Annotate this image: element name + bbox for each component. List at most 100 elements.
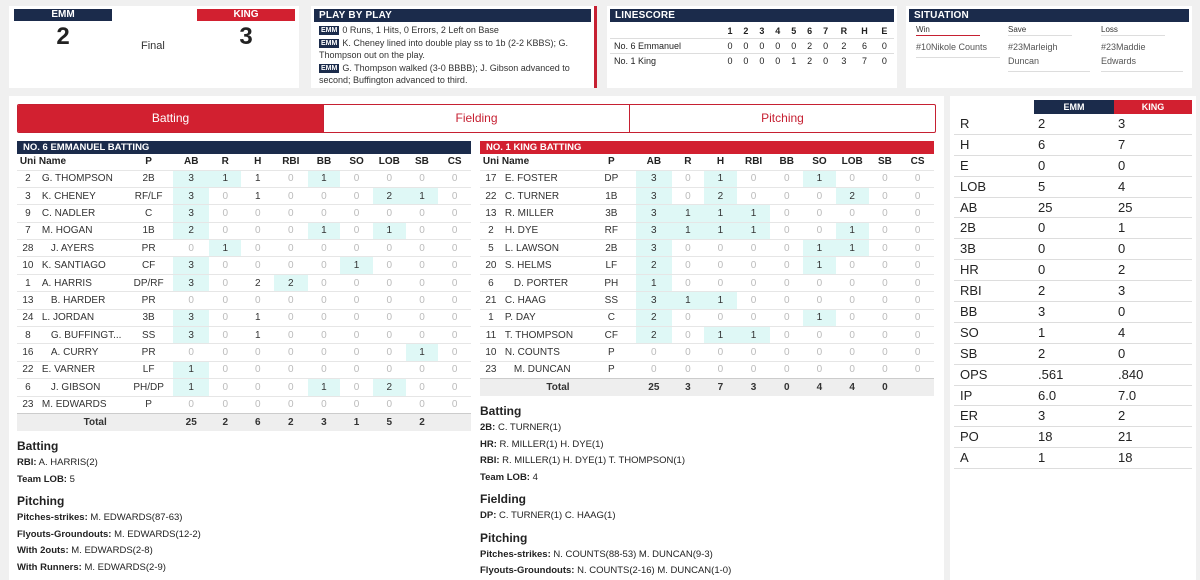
player-name[interactable]: C. TURNER xyxy=(501,186,587,205)
batting-col-header[interactable]: CS xyxy=(901,154,934,170)
player-name[interactable]: G. THOMPSON xyxy=(38,169,124,188)
stat-cell: DP xyxy=(586,169,637,188)
stat-cell: 3 xyxy=(636,239,672,257)
batting-col-header[interactable]: SO xyxy=(803,154,836,170)
stat-value: 21 xyxy=(1118,429,1133,445)
batting-col-header[interactable]: SB xyxy=(406,154,439,170)
situation-title: SITUATION xyxy=(909,9,1189,22)
player-name[interactable]: E. VARNER xyxy=(38,360,124,379)
batting-col-header[interactable]: SB xyxy=(869,154,902,170)
player-name[interactable]: C. NADLER xyxy=(38,204,124,223)
player-name[interactable]: K. SANTIAGO xyxy=(38,256,124,275)
tab-fielding[interactable]: Fielding xyxy=(323,105,629,132)
player-name[interactable]: D. PORTER xyxy=(501,273,587,292)
linescore-header: R xyxy=(840,26,848,37)
stat-cell: 0 xyxy=(671,256,705,275)
pbp-line[interactable]: EMM 0 Runs, 1 Hits, 0 Errors, 2 Left on B… xyxy=(319,24,591,37)
batting-col-header[interactable]: Name xyxy=(39,154,124,170)
stat-value: 0 xyxy=(1038,220,1046,236)
stat-cell: 0 xyxy=(835,326,869,344)
player-name[interactable]: A. CURRY xyxy=(38,343,124,362)
player-name[interactable]: M. EDWARDS xyxy=(38,395,124,414)
stat-cell: 0 xyxy=(273,239,308,257)
win-pitcher[interactable]: #10Nikole Counts xyxy=(916,40,1000,58)
stat-cell: 0 xyxy=(636,360,672,379)
stat-cell: 1 xyxy=(671,204,705,223)
linescore-cell: 0 xyxy=(769,37,786,53)
stat-value: .840 xyxy=(1118,366,1144,382)
player-name[interactable]: M. HOGAN xyxy=(38,221,124,240)
table-row: 5 L. LAWSON 2B 3 0 0 0 0 1 1 0 0 xyxy=(480,239,934,257)
stat-cell: 0 xyxy=(273,395,308,414)
player-name[interactable]: L. LAWSON xyxy=(501,239,587,257)
save-pitcher[interactable]: #23Marleigh Duncan xyxy=(1008,40,1090,72)
batting-col-header[interactable]: P xyxy=(124,154,174,170)
batting-col-header[interactable]: AB xyxy=(636,154,672,170)
batting-col-header[interactable]: R xyxy=(209,154,241,170)
team-badge: EMM xyxy=(319,26,340,35)
total-cell: 7 xyxy=(704,378,737,397)
table-row: 21 C. HAAG SS 3 1 1 0 0 0 0 0 0 xyxy=(480,291,934,310)
player-name[interactable]: R. MILLER xyxy=(501,204,587,223)
batting-col-header[interactable]: H xyxy=(241,154,273,170)
player-name[interactable]: M. DUNCAN xyxy=(501,360,587,379)
stat-cell: 0 xyxy=(241,221,274,240)
player-name[interactable]: C. HAAG xyxy=(501,291,587,310)
player-name[interactable]: E. FOSTER xyxy=(501,169,587,188)
stat-cell: 0 xyxy=(671,273,705,292)
stat-cell: 0 xyxy=(340,169,373,188)
player-name[interactable]: K. CHENEY xyxy=(38,186,124,205)
stat-cell: 0 xyxy=(671,186,705,205)
batting-col-header[interactable]: RBI xyxy=(737,154,771,170)
stat-cell: P xyxy=(586,343,637,362)
stat-cell: 0 xyxy=(372,256,406,275)
player-name[interactable]: A. HARRIS xyxy=(38,273,124,292)
stat-value: 2 xyxy=(1038,116,1046,131)
pbp-line[interactable]: EMM K. Cheney lined into double play ss t… xyxy=(319,37,591,62)
fielding-note: DP: C. TURNER(1) C. HAAG(1) xyxy=(480,508,930,525)
batting-col-header[interactable]: Uni xyxy=(480,154,502,170)
stat-cell: 0 xyxy=(241,256,274,275)
batting-col-header[interactable]: BB xyxy=(770,154,803,170)
stat-cell: 2 xyxy=(636,308,672,327)
batting-col-header[interactable]: BB xyxy=(308,154,341,170)
player-name[interactable]: N. COUNTS xyxy=(501,343,587,362)
batting-col-header[interactable]: LOB xyxy=(836,154,869,170)
player-name[interactable]: J. AYERS xyxy=(38,239,124,257)
batting-col-header[interactable]: AB xyxy=(173,154,209,170)
player-name[interactable]: G. BUFFINGT... xyxy=(38,326,124,344)
batting-col-header[interactable]: CS xyxy=(438,154,471,170)
stat-cell: 13 xyxy=(17,291,39,310)
table-row: 13 B. HARDER PR 0 0 0 0 0 0 0 0 0 xyxy=(17,291,471,310)
tab-pitching[interactable]: Pitching xyxy=(629,105,935,132)
player-name[interactable]: L. JORDAN xyxy=(38,308,124,327)
pbp-text: 0 Runs, 1 Hits, 0 Errors, 2 Left on Base xyxy=(342,25,499,35)
batting-col-header[interactable]: P xyxy=(587,154,636,170)
table-row: 13 R. MILLER 3B 3 1 1 1 0 0 0 0 0 xyxy=(480,204,934,223)
player-name[interactable]: H. DYE xyxy=(501,221,587,240)
linescore-header: 7 xyxy=(823,26,829,37)
batting-col-header[interactable]: Name xyxy=(502,154,587,170)
total-cell: 0 xyxy=(770,378,804,397)
linescore-cell: 1 xyxy=(785,52,802,68)
player-name[interactable]: T. THOMPSON xyxy=(501,326,587,344)
batting-col-header[interactable]: RBI xyxy=(274,154,308,170)
stat-cell: 0 xyxy=(209,204,242,223)
stat-cell: 0 xyxy=(671,326,705,344)
loss-pitcher[interactable]: #23Maddie Edwards xyxy=(1101,40,1183,72)
batting-col-header[interactable]: SO xyxy=(340,154,373,170)
stat-cell: 2 xyxy=(173,221,209,240)
pbp-line[interactable]: EMM G. Thompson walked (3-0 BBBB); J. Gib… xyxy=(319,62,591,87)
player-name[interactable]: S. HELMS xyxy=(501,256,587,275)
note-label: RBI: xyxy=(17,457,37,468)
batting-col-header[interactable]: Uni xyxy=(17,154,39,170)
tab-batting[interactable]: Batting xyxy=(18,105,323,132)
batting-col-header[interactable]: H xyxy=(704,154,737,170)
pbp-list[interactable]: EMM 0 Runs, 1 Hits, 0 Errors, 2 Left on B… xyxy=(311,24,594,87)
player-name[interactable]: P. DAY xyxy=(501,308,587,327)
batting-col-header[interactable]: LOB xyxy=(373,154,406,170)
batting-col-header[interactable]: R xyxy=(672,154,705,170)
player-name[interactable]: B. HARDER xyxy=(38,291,124,310)
stat-cell: 0 xyxy=(835,273,869,292)
player-name[interactable]: J. GIBSON xyxy=(38,378,124,397)
